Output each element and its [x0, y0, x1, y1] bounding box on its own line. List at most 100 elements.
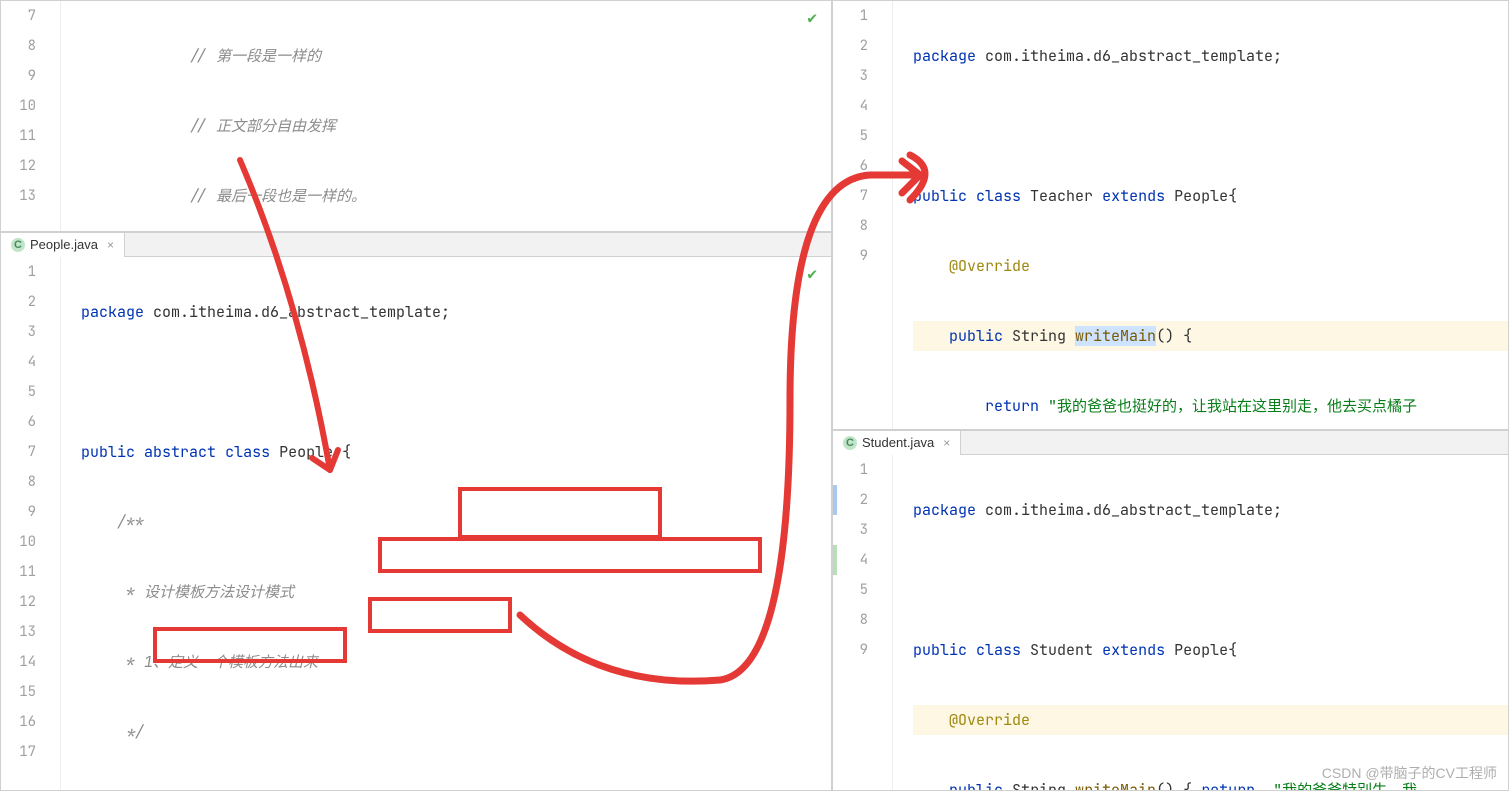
keyword: return: [985, 396, 1039, 416]
keyword: class: [225, 442, 270, 462]
line-number: 1: [1, 257, 36, 287]
code-area[interactable]: package com.itheima.d6_abstract_template…: [61, 257, 831, 790]
gutter: 1 2 3 4 5 6 7 8 9: [833, 1, 893, 429]
line-number: 3: [833, 515, 868, 545]
line-number: 8: [833, 605, 868, 635]
line-number: 15: [1, 677, 36, 707]
keyword: return: [1201, 780, 1255, 790]
line-number: 14: [1, 647, 36, 677]
comment: /**: [117, 512, 144, 532]
line-number: 2: [833, 31, 868, 61]
line-number: 13: [1, 181, 36, 211]
code: People{: [1165, 186, 1237, 206]
comment: // 正文部分自由发挥: [189, 116, 336, 136]
comment: * 1、定义一个模板方法出来: [117, 652, 318, 672]
annotation: @Override: [949, 256, 1030, 276]
keyword: public: [949, 326, 1003, 346]
line-number: 1: [833, 1, 868, 31]
line-number: 12: [1, 151, 36, 181]
class-icon: C: [11, 238, 25, 252]
line-number: 5: [833, 575, 868, 605]
line-number: 1: [833, 455, 868, 485]
line-number: 9: [1, 497, 36, 527]
line-number: 9: [833, 241, 868, 271]
gutter: 7 8 9 10 11 12 13: [1, 1, 61, 231]
code: People {: [270, 442, 351, 462]
code: () {: [1156, 780, 1201, 790]
editor[interactable]: 1 2 3 4 5 8 9 package com.itheima.d6_abs…: [833, 455, 1508, 790]
keyword: extends: [1102, 186, 1165, 206]
line-number: 4: [833, 545, 868, 575]
comment: // 第一段是一样的: [189, 46, 321, 66]
method-name: writeMain: [1075, 780, 1156, 790]
close-icon[interactable]: ×: [943, 436, 950, 450]
editor-pane-bottom-right: C Student.java × 1 2 3 4 5 8 9 package c…: [832, 430, 1509, 791]
keyword: extends: [1102, 640, 1165, 660]
keyword: class: [976, 640, 1021, 660]
keyword: package: [913, 46, 976, 66]
keyword: public: [949, 780, 1003, 790]
editor[interactable]: 1 2 3 4 5 6 7 8 9 package com.itheima.d6…: [833, 1, 1508, 429]
tab-student[interactable]: C Student.java ×: [833, 431, 961, 455]
line-number: 6: [833, 151, 868, 181]
line-number: 8: [833, 211, 868, 241]
keyword: class: [976, 186, 1021, 206]
keyword: public: [913, 640, 967, 660]
line-number: 4: [833, 91, 868, 121]
editor[interactable]: ✔ 7 8 9 10 11 12 13 // 第一段是一样的 // 正文部分自由…: [1, 1, 831, 231]
comment: // 最后一段也是一样的。: [189, 186, 366, 206]
keyword: public: [913, 186, 967, 206]
line-number: 12: [1, 587, 36, 617]
line-number: 13: [1, 617, 36, 647]
code: String: [1003, 780, 1075, 790]
line-number: 3: [1, 317, 36, 347]
keyword: package: [81, 302, 144, 322]
line-number: 9: [833, 635, 868, 665]
line-number: 6: [1, 407, 36, 437]
string: "我的爸爸也挺好的，让我站在这里别走，他去买点橘子: [1039, 396, 1417, 416]
code: Student: [1021, 640, 1102, 660]
code: com.itheima.d6_abstract_template;: [976, 46, 1282, 66]
code: com.itheima.d6_abstract_template;: [144, 302, 450, 322]
line-number: 4: [1, 347, 36, 377]
tab-label: People.java: [30, 237, 98, 252]
line-number: 11: [1, 557, 36, 587]
annotation: @Override: [949, 710, 1030, 730]
tab-label: Student.java: [862, 435, 934, 450]
gutter: 1 2 3 4 5 8 9: [833, 455, 893, 790]
line-number: 16: [1, 707, 36, 737]
editor-pane-bottom-left: C People.java × ✔ 1 2 3 4 5 6 7 8 9 10 1…: [0, 232, 832, 791]
close-icon[interactable]: ×: [107, 238, 114, 252]
code-area[interactable]: package com.itheima.d6_abstract_template…: [893, 1, 1508, 429]
gutter: 1 2 3 4 5 6 7 8 9 10 11 12 13 14 15 16 1…: [1, 257, 61, 790]
line-number: 5: [1, 377, 36, 407]
method-name: writeMain: [1075, 326, 1156, 346]
code: Teacher: [1021, 186, 1102, 206]
line-number: 7: [1, 1, 36, 31]
editor[interactable]: ✔ 1 2 3 4 5 6 7 8 9 10 11 12 13 14 15 16…: [1, 257, 831, 790]
code: String: [1003, 326, 1075, 346]
line-number: 2: [833, 485, 868, 515]
code: () {: [1156, 326, 1192, 346]
comment: * 设计模板方法设计模式: [117, 582, 294, 602]
tab-bar: C People.java ×: [1, 233, 831, 257]
line-number: 7: [1, 437, 36, 467]
line-number: 3: [833, 61, 868, 91]
class-icon: C: [843, 436, 857, 450]
tab-people[interactable]: C People.java ×: [1, 233, 125, 257]
line-number: 10: [1, 527, 36, 557]
code: com.itheima.d6_abstract_template;: [976, 500, 1282, 520]
keyword: abstract: [144, 442, 216, 462]
line-number: 9: [1, 61, 36, 91]
line-number: 7: [833, 181, 868, 211]
comment: */: [117, 722, 144, 742]
line-number: 10: [1, 91, 36, 121]
code-area[interactable]: package com.itheima.d6_abstract_template…: [893, 455, 1508, 790]
line-number: 11: [1, 121, 36, 151]
line-number: 2: [1, 287, 36, 317]
keyword: public: [81, 442, 135, 462]
editor-pane-top-left: ✔ 7 8 9 10 11 12 13 // 第一段是一样的 // 正文部分自由…: [0, 0, 832, 232]
line-number: 8: [1, 467, 36, 497]
code-area[interactable]: // 第一段是一样的 // 正文部分自由发挥 // 最后一段也是一样的。 Tea…: [61, 1, 831, 231]
tab-bar: C Student.java ×: [833, 431, 1508, 455]
